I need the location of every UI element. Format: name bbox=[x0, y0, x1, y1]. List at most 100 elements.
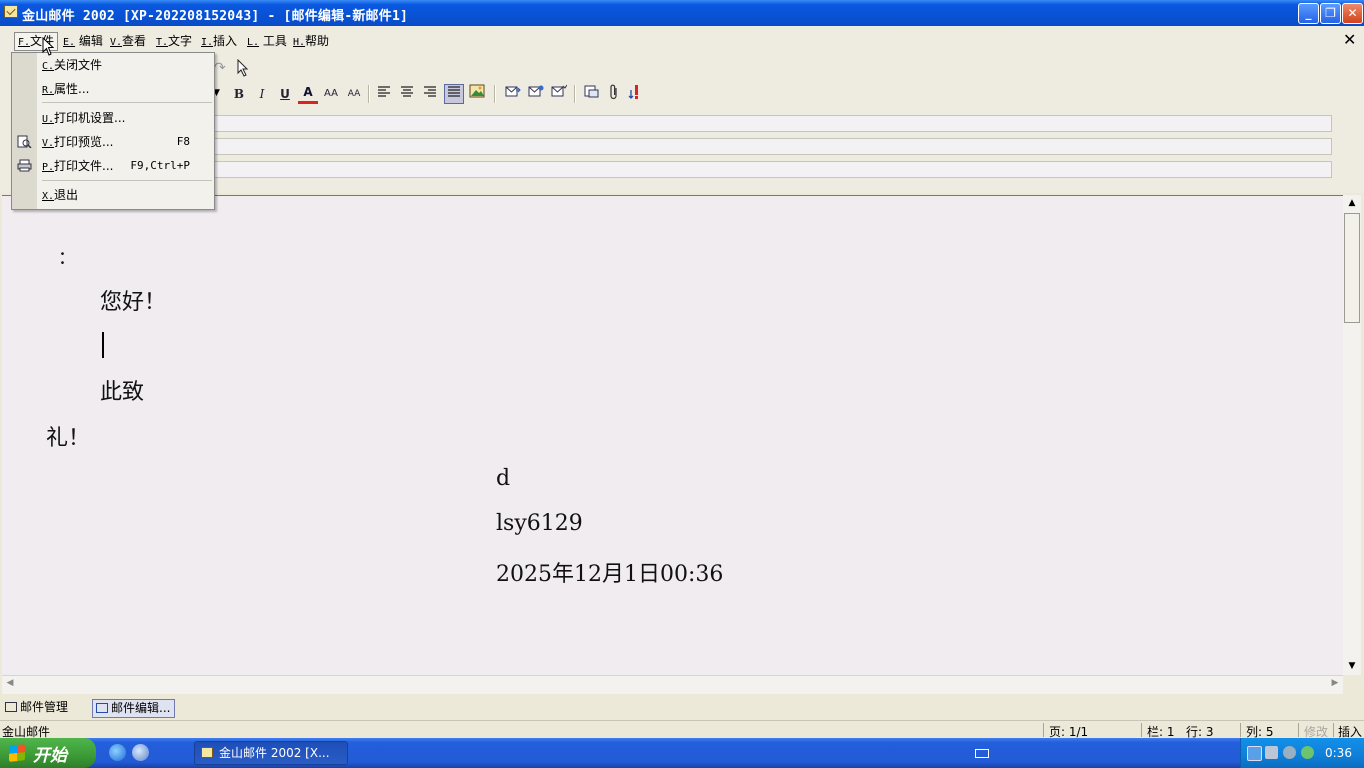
quick-launch-icon[interactable] bbox=[132, 744, 149, 761]
image-icon bbox=[469, 84, 485, 98]
menu-item-key: X. bbox=[42, 191, 55, 202]
menu-edit[interactable]: E. 编辑 bbox=[60, 33, 106, 50]
underline-button[interactable]: U bbox=[275, 84, 295, 104]
justify-button[interactable] bbox=[444, 84, 464, 104]
taskbar: 开始 金山邮件 2002 [X... 0:36 bbox=[0, 738, 1364, 768]
subject-field[interactable] bbox=[214, 161, 1332, 178]
menu-item-close-file[interactable]: C.关闭文件 bbox=[42, 54, 212, 76]
minimize-button[interactable]: _ bbox=[1298, 3, 1319, 24]
justify-icon bbox=[448, 86, 460, 97]
menu-edit-key: E. bbox=[63, 37, 76, 48]
scroll-down-icon[interactable]: ▼ bbox=[1344, 661, 1360, 671]
menu-insert-key: I. bbox=[201, 37, 214, 48]
menu-item-properties[interactable]: R.属性... bbox=[42, 78, 212, 100]
insert-image-button[interactable] bbox=[467, 84, 487, 104]
window-title: 金山邮件 2002 [XP-202208152043] - [邮件编辑-新邮件1… bbox=[22, 9, 408, 24]
align-right-button[interactable] bbox=[420, 84, 440, 104]
toolbar-separator bbox=[574, 85, 576, 103]
menu-item-key: R. bbox=[42, 85, 55, 96]
horizontal-scrollbar[interactable]: ◀ ▶ bbox=[2, 675, 1343, 694]
menu-item-key: U. bbox=[42, 114, 55, 125]
vertical-scrollbar[interactable]: ▲ ▼ bbox=[1343, 195, 1361, 675]
mail-receipt-button[interactable] bbox=[549, 84, 569, 104]
menu-edit-label: 编辑 bbox=[78, 34, 103, 48]
menu-insert-label: 插入 bbox=[213, 34, 238, 48]
closing-line: 此致 bbox=[100, 380, 145, 405]
align-center-icon bbox=[401, 86, 413, 97]
attach-button[interactable] bbox=[604, 84, 624, 104]
mail-options-button[interactable] bbox=[526, 84, 546, 104]
menu-help[interactable]: H.帮助 bbox=[290, 33, 332, 50]
signature-date: 2025年12月1日00:36 bbox=[496, 562, 724, 587]
scroll-thumb[interactable] bbox=[1344, 213, 1360, 323]
signature-user: lsy6129 bbox=[496, 511, 583, 536]
print-preview-icon bbox=[17, 135, 32, 149]
menu-tools-key: L. bbox=[247, 37, 260, 48]
toolbar-separator bbox=[368, 85, 370, 103]
send-mail-button[interactable] bbox=[503, 84, 523, 104]
mail-icon bbox=[5, 702, 17, 712]
volume-icon[interactable] bbox=[1283, 746, 1296, 759]
cc-field[interactable] bbox=[214, 138, 1332, 155]
taskbar-item-label: 金山邮件 2002 [X... bbox=[219, 746, 330, 760]
menu-item-print-preview[interactable]: V.打印预览... F8 bbox=[42, 131, 212, 153]
tab-mail-manager[interactable]: 邮件管理 bbox=[2, 699, 68, 716]
scroll-up-icon[interactable]: ▲ bbox=[1344, 198, 1360, 208]
menu-item-shortcut: F9,Ctrl+P bbox=[130, 159, 190, 172]
scroll-right-icon[interactable]: ▶ bbox=[1327, 678, 1343, 688]
menu-item-key: V. bbox=[42, 138, 55, 149]
to-field[interactable] bbox=[214, 115, 1332, 132]
menu-insert[interactable]: I.插入 bbox=[198, 33, 240, 50]
mail-app-icon bbox=[4, 5, 18, 18]
clock[interactable]: 0:36 bbox=[1325, 746, 1352, 760]
menu-help-key: H. bbox=[293, 37, 306, 48]
scroll-left-icon[interactable]: ◀ bbox=[2, 678, 18, 688]
menu-item-key: P. bbox=[42, 162, 55, 173]
redo-icon[interactable]: ↷ bbox=[214, 60, 232, 78]
menu-text[interactable]: T.文字 bbox=[153, 33, 195, 50]
internet-explorer-icon[interactable] bbox=[109, 744, 126, 761]
menu-item-print-file[interactable]: P.打印文件... F9,Ctrl+P bbox=[42, 155, 212, 177]
keyboard-icon[interactable] bbox=[975, 749, 989, 758]
system-tray: 0:36 bbox=[1240, 738, 1364, 768]
mail-receipt-icon bbox=[551, 84, 568, 97]
font-shrink-button[interactable]: AA bbox=[344, 84, 364, 104]
address-book-button[interactable] bbox=[581, 84, 601, 104]
font-color-button[interactable]: A bbox=[298, 84, 318, 104]
text-caret bbox=[102, 332, 104, 358]
priority-button[interactable] bbox=[625, 84, 645, 104]
menu-item-printer-setup[interactable]: U.打印机设置... bbox=[42, 107, 212, 129]
menu-view[interactable]: V.查看 bbox=[107, 33, 149, 50]
font-grow-button[interactable]: AA bbox=[321, 84, 341, 104]
mail-app-icon bbox=[201, 747, 213, 758]
bold-button[interactable]: B bbox=[229, 84, 249, 104]
close-button[interactable]: ✕ bbox=[1342, 3, 1363, 24]
menu-help-label: 帮助 bbox=[305, 34, 330, 48]
priority-icon bbox=[628, 85, 638, 99]
menu-item-exit[interactable]: X.退出 bbox=[42, 184, 212, 206]
italic-button[interactable]: I bbox=[252, 84, 272, 104]
start-button[interactable]: 开始 bbox=[0, 738, 96, 768]
mail-body-editor[interactable]: ： 您好！ 此致 礼！ d lsy6129 2025年12月1日00:36 bbox=[2, 195, 1343, 676]
restore-button[interactable]: ❐ bbox=[1320, 3, 1341, 24]
pointer-icon[interactable] bbox=[236, 58, 250, 77]
network-icon[interactable] bbox=[1247, 746, 1262, 761]
menu-file-key: F. bbox=[18, 37, 31, 48]
status-separator bbox=[1043, 723, 1044, 737]
salute-line: 礼！ bbox=[46, 426, 91, 451]
menu-tools[interactable]: L. 工具 bbox=[244, 33, 290, 50]
security-icon[interactable] bbox=[1301, 746, 1314, 759]
status-separator bbox=[1333, 723, 1334, 737]
vmware-icon[interactable] bbox=[1265, 746, 1278, 759]
taskbar-item-mail[interactable]: 金山邮件 2002 [X... bbox=[194, 741, 348, 765]
salutation-colon: ： bbox=[58, 248, 76, 269]
align-center-button[interactable] bbox=[397, 84, 417, 104]
document-tabs: 邮件管理 邮件编辑... bbox=[0, 694, 1364, 720]
tab-mail-editor[interactable]: 邮件编辑... bbox=[92, 699, 176, 718]
status-bar: 金山邮件 页: 1/1 栏: 1 行: 3 列: 5 修改 插入 bbox=[0, 720, 1364, 739]
file-menu-dropdown: C.关闭文件 R.属性... U.打印机设置... V.打印预览... F8 P.… bbox=[11, 52, 215, 210]
align-left-button[interactable] bbox=[374, 84, 394, 104]
mdi-close-icon[interactable]: ✕ bbox=[1343, 32, 1356, 48]
menu-icon-gutter bbox=[12, 53, 37, 209]
menu-text-label: 文字 bbox=[168, 34, 193, 48]
